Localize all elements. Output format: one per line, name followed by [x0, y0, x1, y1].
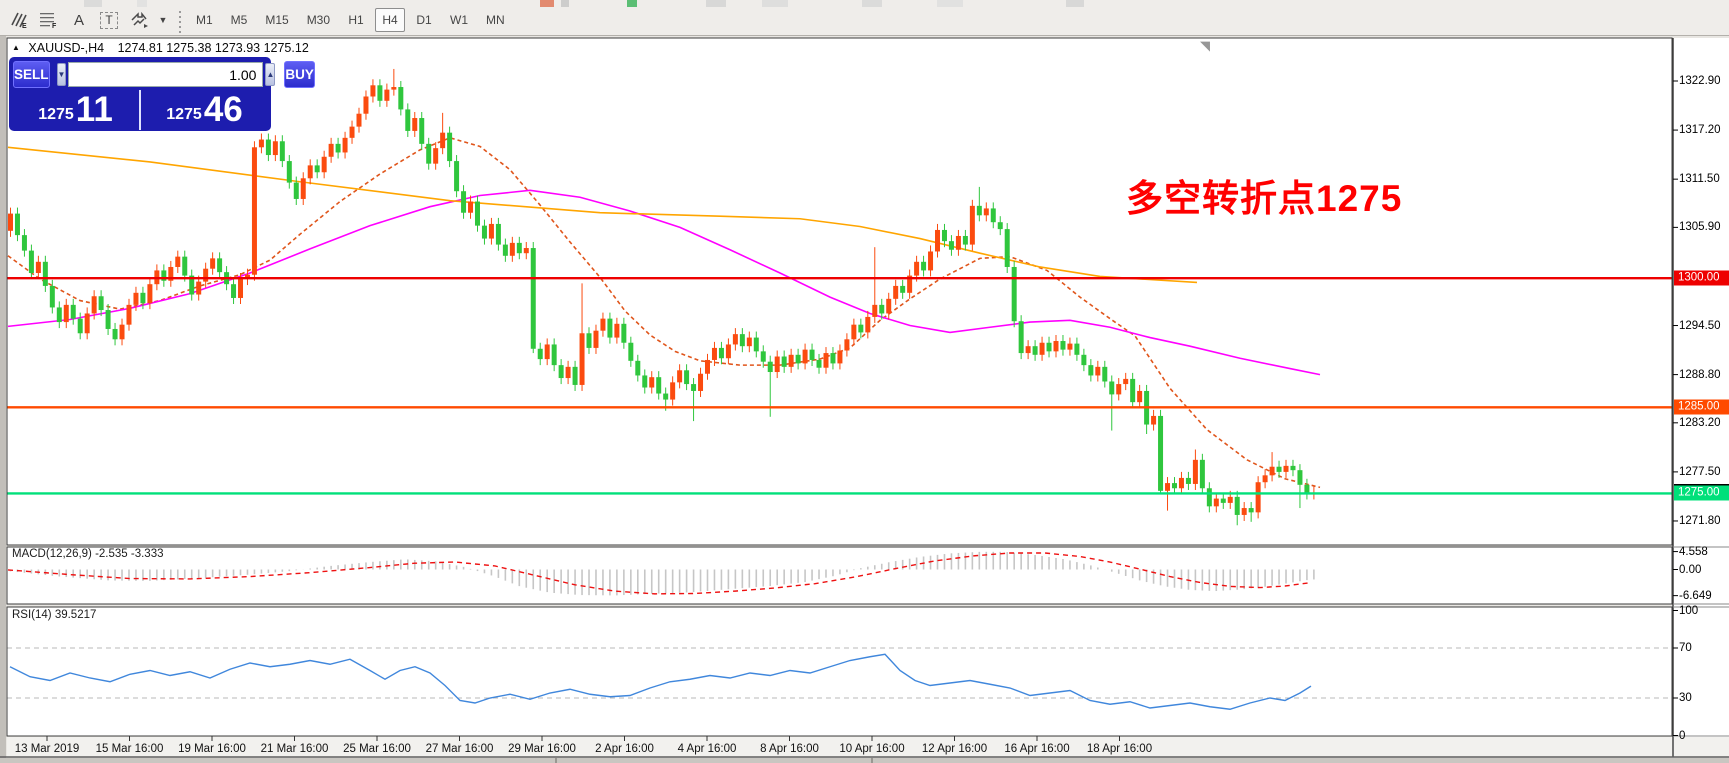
date-tick-label: 29 Mar 16:00 [508, 743, 576, 755]
sell-price-small: 1275 [38, 106, 74, 124]
date-tick-label: 19 Mar 16:00 [178, 743, 246, 755]
price-tick-label: 1288.80 [1679, 369, 1721, 381]
sell-button[interactable]: SELL [13, 61, 50, 88]
sell-price-big: 11 [76, 91, 113, 129]
rsi-tick-label: 30 [1679, 692, 1692, 704]
buy-price[interactable]: 1275 46 [142, 90, 267, 130]
one-click-trade-panel: SELL ▼ ▲ BUY 1275 11 1275 46 [9, 57, 271, 131]
hline-price-badge: 1300.00 [1674, 271, 1729, 286]
date-tick-label: 15 Mar 16:00 [96, 743, 164, 755]
macd-tick-label: 4.558 [1679, 546, 1708, 558]
price-tick-label: 1294.50 [1679, 320, 1721, 332]
macd-tick-label: 0.00 [1679, 564, 1701, 576]
volume-increase-button[interactable]: ▲ [265, 63, 275, 86]
rsi-tick-label: 70 [1679, 642, 1692, 654]
date-tick-label: 4 Apr 16:00 [678, 743, 737, 755]
date-tick-label: 27 Mar 16:00 [426, 743, 494, 755]
date-tick-label: 25 Mar 16:00 [343, 743, 411, 755]
rsi-label: RSI(14) 39.5217 [12, 609, 96, 621]
sell-price[interactable]: 1275 11 [13, 90, 138, 130]
chart-ohlc-values: 1274.81 1275.38 1273.93 1275.12 [118, 41, 309, 55]
hline-price-badge: 1285.00 [1674, 400, 1729, 415]
chart-shift-marker-icon[interactable]: ◥ [1200, 38, 1210, 54]
date-tick-label: 8 Apr 16:00 [760, 743, 819, 755]
price-tick-label: 1317.20 [1679, 124, 1721, 136]
date-tick-label: 12 Apr 16:00 [922, 743, 987, 755]
volume-decrease-button[interactable]: ▼ [57, 63, 67, 86]
macd-label: MACD(12,26,9) -2.535 -3.333 [12, 548, 164, 560]
chart-symbol-period: XAUUSD-,H4 [28, 41, 104, 55]
rsi-tick-label: 0 [1679, 730, 1685, 742]
buy-price-big: 46 [204, 91, 243, 129]
price-divider [139, 90, 141, 130]
date-tick-label: 2 Apr 16:00 [595, 743, 654, 755]
hline-price-badge: 1275.00 [1674, 486, 1729, 501]
date-tick-label: 13 Mar 2019 [15, 743, 80, 755]
price-tick-label: 1271.80 [1679, 515, 1721, 527]
buy-price-small: 1275 [166, 106, 202, 124]
collapse-triangle-icon[interactable]: ▲ [12, 43, 20, 52]
price-tick-label: 1311.50 [1679, 173, 1720, 185]
date-tick-label: 10 Apr 16:00 [839, 743, 904, 755]
chart-annotation-text[interactable]: 多空转折点1275 [1126, 180, 1402, 217]
macd-tick-label: -6.649 [1679, 590, 1712, 602]
date-tick-label: 18 Apr 16:00 [1087, 743, 1152, 755]
price-tick-label: 1322.90 [1679, 75, 1721, 87]
rsi-tick-label: 100 [1679, 605, 1698, 617]
date-tick-label: 21 Mar 16:00 [261, 743, 329, 755]
volume-input[interactable] [68, 62, 263, 87]
price-tick-label: 1283.20 [1679, 417, 1721, 429]
price-tick-label: 1277.50 [1679, 466, 1721, 478]
date-tick-label: 16 Apr 16:00 [1004, 743, 1069, 755]
buy-button[interactable]: BUY [284, 61, 315, 88]
chart-header: ▲ XAUUSD-,H4 1274.81 1275.38 1273.93 127… [12, 41, 309, 55]
price-tick-label: 1305.90 [1679, 221, 1721, 233]
